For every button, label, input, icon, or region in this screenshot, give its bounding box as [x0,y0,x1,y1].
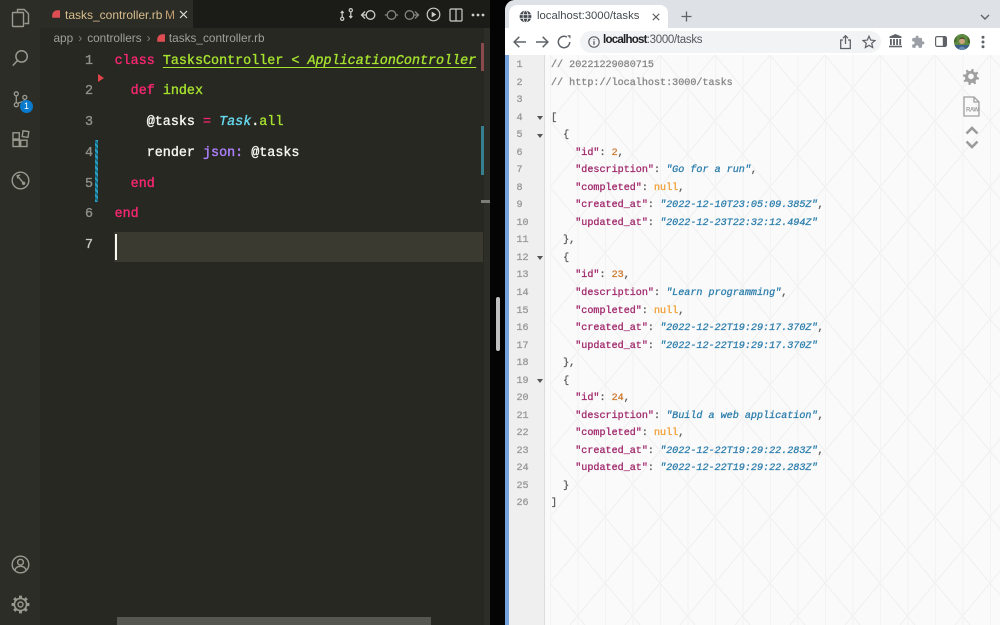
svg-text:RAW: RAW [966,108,979,114]
